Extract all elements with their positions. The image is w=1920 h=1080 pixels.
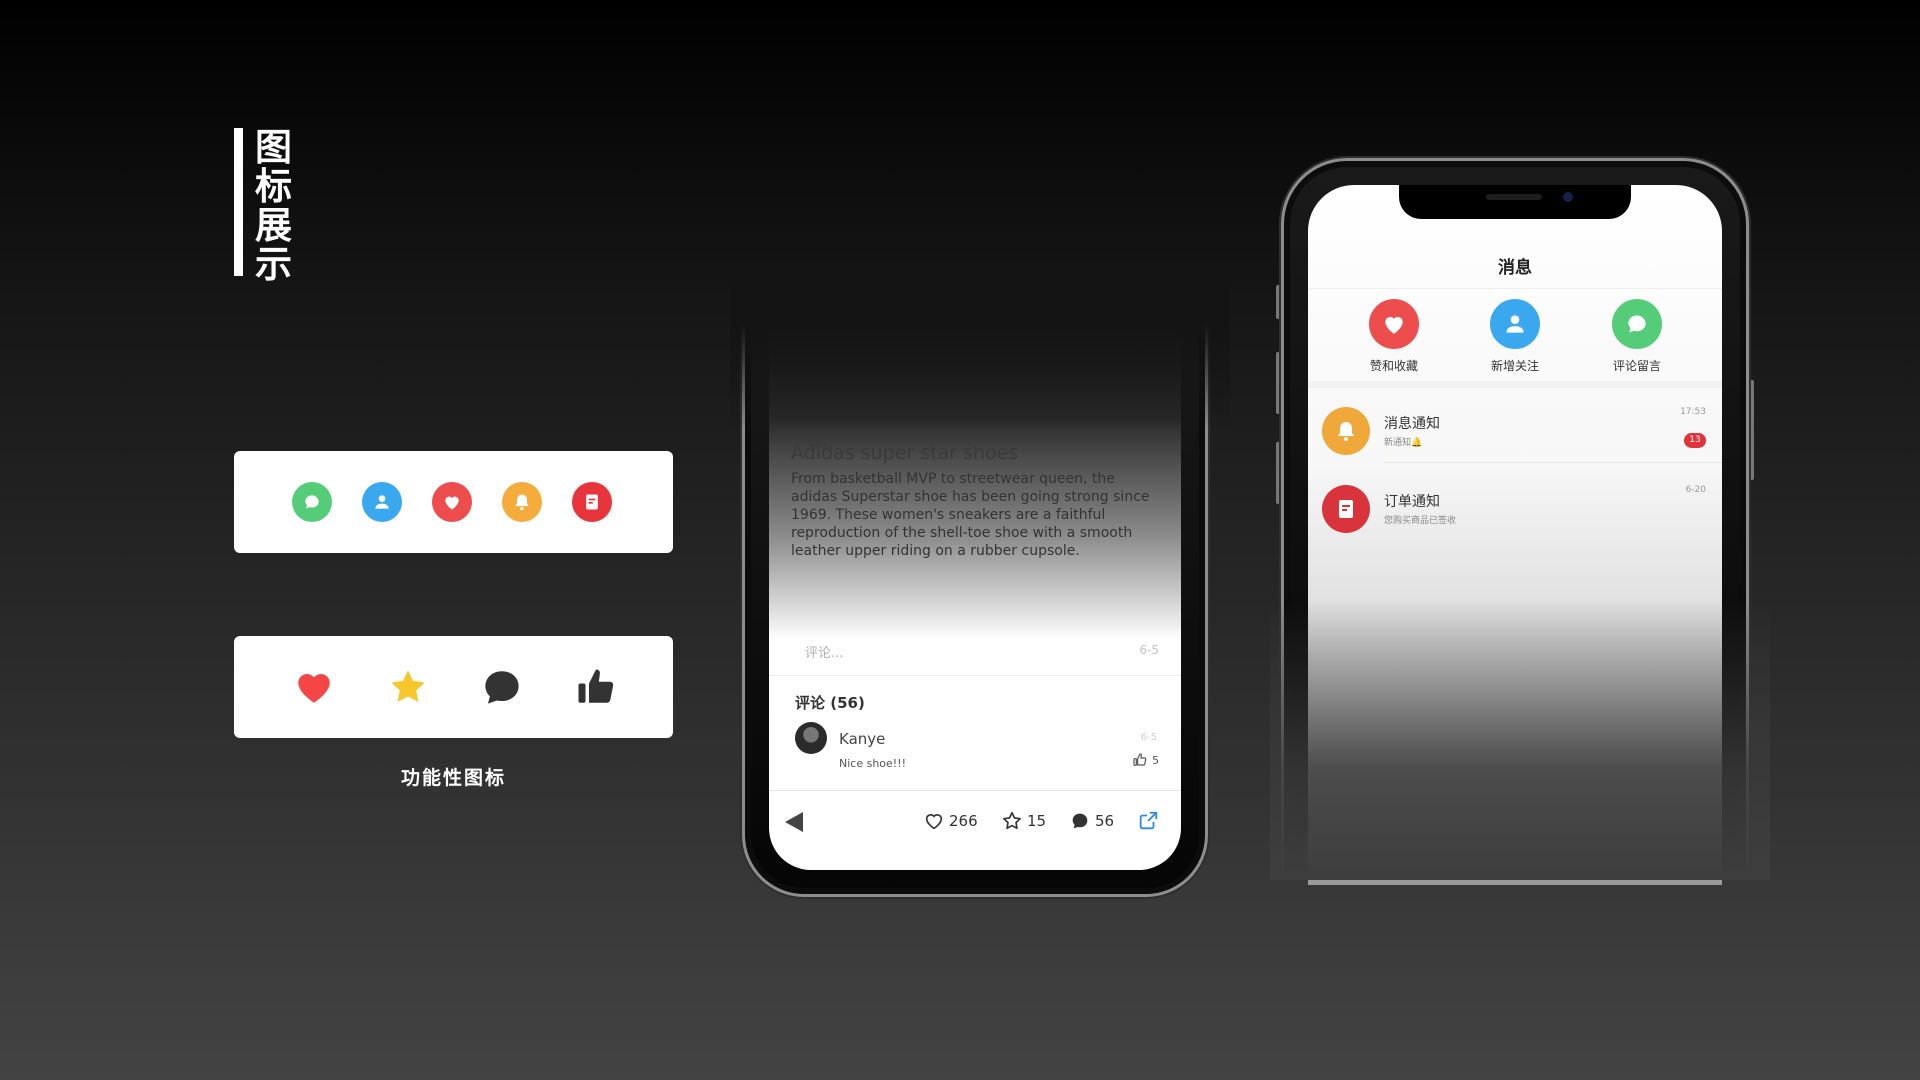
star-icon [1003, 811, 1021, 830]
category-label: 新增关注 [1490, 359, 1539, 373]
category-label: 评论留言 [1612, 359, 1661, 373]
comment-like-button[interactable]: 5 [1132, 752, 1159, 768]
comments-title: 评论 (56) [795, 694, 865, 712]
divider [769, 675, 1181, 676]
functional-icons-caption: 功能性图标 [400, 767, 506, 789]
thumbs-up-icon [1133, 753, 1147, 766]
heart-icon [925, 814, 943, 830]
user-icon [362, 482, 402, 522]
list-item-title: 消息通知 [1384, 416, 1440, 432]
category-likes-favorites[interactable]: 赞和收藏 [1344, 299, 1444, 374]
heading-title: 图标展示 [255, 126, 292, 286]
list-item-time: 6-20 [1685, 485, 1706, 495]
favorite-button[interactable]: 15 [1001, 810, 1046, 832]
list-item-subtitle: 您购买商品已签收 [1384, 516, 1457, 526]
comment-username[interactable]: Kanye [839, 730, 885, 748]
divider [1308, 288, 1722, 289]
product-phone-frame: Adidas super star shoes From basketball … [742, 300, 1208, 897]
thumbs-up-icon [574, 665, 618, 709]
order-icon [1322, 485, 1370, 533]
divider [769, 790, 1181, 791]
category-label: 赞和收藏 [1369, 359, 1418, 373]
bell-icon [502, 482, 542, 522]
divider [1384, 462, 1722, 463]
bottom-action-bar: 266 15 56 [769, 796, 1181, 846]
product-title: Adidas super star shoes [791, 442, 1019, 464]
comment-input[interactable]: 评论... [791, 635, 1039, 665]
comment-like-count: 5 [1152, 753, 1159, 767]
comment-icon [1612, 299, 1662, 349]
category-new-followers[interactable]: 新增关注 [1465, 299, 1565, 374]
like-count: 266 [949, 812, 978, 830]
star-icon [386, 665, 430, 709]
comment-text: Nice shoe!!! [839, 757, 907, 770]
phone-notch [1399, 185, 1631, 219]
messages-phone-frame: 消息 赞和收藏 新增关注 评论留言 消息通知 新通知🔔 17:53 13 订单通… [1281, 158, 1749, 885]
phone-side-button [1276, 285, 1280, 319]
back-arrow-icon[interactable] [785, 812, 803, 832]
unread-badge: 13 [1684, 433, 1706, 448]
product-description: From basketball MVP to streetwear queen,… [791, 471, 1150, 559]
colored-icon-card [234, 451, 673, 553]
comment-button[interactable]: 56 [1069, 810, 1114, 832]
heart-icon [1369, 299, 1419, 349]
speaker [1486, 194, 1542, 200]
section-divider [1308, 381, 1722, 388]
phone-side-button [1750, 380, 1754, 480]
user-icon [1490, 299, 1540, 349]
bell-icon [1322, 407, 1370, 455]
camera [1563, 192, 1573, 202]
phone-side-button [1276, 442, 1280, 504]
favorite-count: 15 [1027, 812, 1047, 830]
product-screen: Adidas super star shoes From basketball … [769, 300, 1181, 870]
phone-side-button [1276, 352, 1280, 414]
functional-icon-card [234, 636, 673, 738]
list-item-subtitle: 新通知🔔 [1384, 438, 1423, 448]
section-heading: 图标展示 [234, 128, 295, 284]
comment-icon [292, 482, 332, 522]
comment-icon [1072, 813, 1088, 829]
messages-screen: 消息 赞和收藏 新增关注 评论留言 消息通知 新通知🔔 17:53 13 订单通… [1308, 185, 1722, 885]
list-item-message-notice[interactable]: 消息通知 新通知🔔 17:53 13 [1308, 397, 1722, 463]
comment-count: 56 [1095, 812, 1115, 830]
list-item-time: 17:53 [1680, 407, 1706, 417]
avatar[interactable] [795, 722, 827, 754]
order-icon [572, 482, 612, 522]
heading-accent-bar [234, 128, 243, 276]
comment-date: 6-5 [1140, 732, 1157, 743]
heart-icon [432, 482, 472, 522]
category-comments[interactable]: 评论留言 [1587, 299, 1687, 374]
share-icon[interactable] [1137, 810, 1159, 832]
list-item-order-notice[interactable]: 订单通知 您购买商品已签收 6-20 [1308, 475, 1722, 541]
list-item-title: 订单通知 [1384, 494, 1440, 510]
page-title: 消息 [1498, 258, 1532, 278]
comment-icon [480, 665, 524, 709]
like-button[interactable]: 266 [923, 810, 978, 832]
heart-icon [292, 665, 336, 709]
product-date: 6-5 [1139, 643, 1159, 657]
